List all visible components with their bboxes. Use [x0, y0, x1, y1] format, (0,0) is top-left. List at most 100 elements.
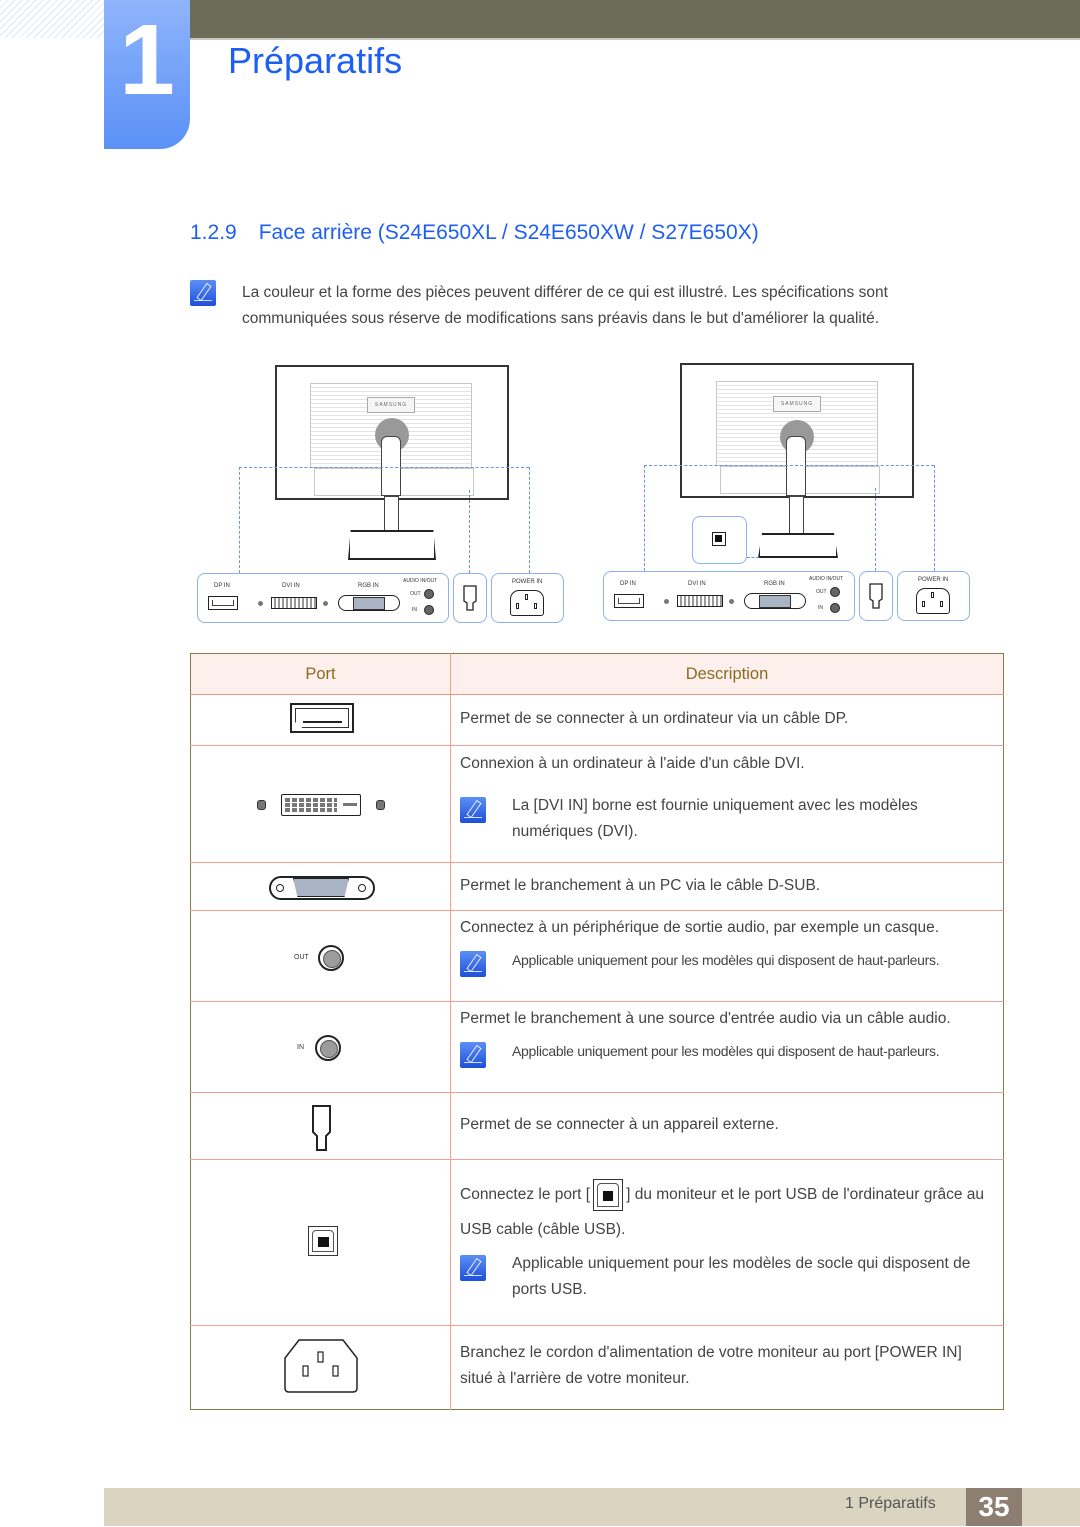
audio-in-out-label: AUDIO IN/OUT — [403, 578, 438, 584]
service-port-icon — [869, 583, 883, 609]
table-row: Permet de se connecter à un ordinateur v… — [190, 694, 1004, 746]
description-cell: Connectez à un périphérique de sortie au… — [450, 910, 1004, 1002]
callout-line — [469, 490, 470, 573]
rgb-in-label: RGB IN — [764, 581, 785, 587]
dvi-port-icon — [271, 597, 317, 609]
audio-in-label: IN — [412, 607, 417, 613]
audio-out-label: OUT — [410, 591, 421, 597]
monitor-stand-pole — [789, 496, 804, 536]
usb-b-port-icon — [593, 1178, 624, 1211]
service-port-panel — [859, 571, 893, 621]
description-text: Permet le branchement à un PC via le câb… — [460, 877, 821, 894]
description-text: Connexion à un ordinateur à l'aide d'un … — [460, 755, 805, 772]
service-port-panel — [453, 573, 487, 623]
description-cell: Connexion à un ordinateur à l'aide d'un … — [450, 745, 1004, 863]
port-cell — [190, 862, 451, 911]
port-cell — [190, 745, 451, 863]
audio-in-label: IN — [297, 1044, 304, 1051]
callout-line — [644, 465, 645, 571]
audio-in-jack-icon — [424, 605, 434, 615]
io-port-panel: DP IN DVI IN RGB IN AUDIO IN/OUT OUT IN — [603, 571, 855, 621]
header-bar — [190, 0, 1080, 38]
table-row: Permet de se connecter à un appareil ext… — [190, 1092, 1004, 1160]
note-pencil-icon — [460, 1042, 486, 1068]
usb-b-port-icon — [712, 532, 726, 546]
note-pencil-icon — [460, 797, 486, 823]
audio-in-out-label: AUDIO IN/OUT — [809, 576, 844, 582]
callout-line — [239, 467, 240, 573]
port-cell — [190, 1092, 451, 1160]
table-row: Connexion à un ordinateur à l'aide d'un … — [190, 745, 1004, 863]
displayport-icon — [290, 703, 354, 733]
column-header-port: Port — [190, 653, 451, 695]
table-row: Permet le branchement à un PC via le câb… — [190, 862, 1004, 911]
callout-line — [529, 467, 530, 573]
samsung-logo: SAMSUNG — [367, 397, 415, 413]
displayport-icon — [208, 596, 238, 610]
description-text: Permet de se connecter à un ordinateur v… — [460, 710, 849, 727]
callout-line — [934, 465, 935, 571]
callout-line — [875, 488, 876, 571]
row-note-text: Applicable uniquement pour les modèles q… — [512, 952, 940, 968]
header-hatch-decoration — [0, 0, 104, 38]
power-in-port-icon — [916, 588, 950, 614]
description-text: Connectez le port [] du moniteur et le p… — [460, 1177, 993, 1247]
monitor-stand-base — [348, 530, 436, 560]
dvi-in-label: DVI IN — [282, 583, 300, 589]
audio-in-label: IN — [818, 605, 823, 611]
dp-in-label: DP IN — [620, 581, 636, 587]
note-pencil-icon — [460, 951, 486, 977]
screw-icon — [729, 599, 734, 604]
audio-in-jack-icon — [315, 1035, 341, 1061]
section-heading: 1.2.9 Face arrière (S24E650XL / S24E650XW… — [190, 221, 759, 245]
port-cell — [190, 1159, 451, 1326]
port-cell: OUT — [190, 910, 451, 1002]
table-header-row: Port Description — [190, 653, 1004, 695]
power-port-panel: POWER IN — [491, 573, 564, 623]
screw-icon — [664, 599, 669, 604]
row-note: Applicable uniquement pour les modèles q… — [460, 1038, 993, 1068]
row-note-text: Applicable uniquement pour les modèles d… — [512, 1255, 971, 1298]
service-port-icon — [312, 1105, 331, 1151]
port-cell — [190, 694, 451, 746]
vga-dsub-port-icon — [338, 595, 400, 611]
vga-dsub-port-icon — [744, 593, 806, 609]
samsung-logo: SAMSUNG — [773, 396, 821, 412]
audio-out-label: OUT — [816, 589, 827, 595]
power-in-label: POWER IN — [918, 577, 949, 583]
section-title: Face arrière (S24E650XL / S24E650XW / S2… — [258, 221, 759, 244]
monitor-stand-neck — [786, 436, 806, 496]
audio-out-jack-icon — [424, 589, 434, 599]
dp-in-label: DP IN — [214, 583, 230, 589]
intro-note-text: La couleur et la forme des pièces peuven… — [242, 284, 888, 327]
rgb-in-label: RGB IN — [358, 583, 379, 589]
note-pencil-icon — [460, 1255, 486, 1281]
row-note: La [DVI IN] borne est fournie uniquement… — [460, 793, 993, 845]
dvi-port-icon — [677, 595, 723, 607]
callout-line — [747, 557, 759, 558]
screw-icon — [257, 800, 266, 810]
description-cell: Permet de se connecter à un appareil ext… — [450, 1092, 1004, 1160]
table-row: Connectez le port [] du moniteur et le p… — [190, 1159, 1004, 1326]
monitor-stand-neck — [381, 436, 401, 496]
io-port-panel: DP IN DVI IN RGB IN AUDIO IN/OUT OUT IN — [197, 573, 449, 623]
row-note: Applicable uniquement pour les modèles d… — [460, 1251, 993, 1303]
description-text-part: Connectez le port [ — [460, 1186, 591, 1203]
dvi-in-label: DVI IN — [688, 581, 706, 587]
displayport-icon — [614, 594, 644, 608]
table-row: IN Permet le branchement à une source d'… — [190, 1001, 1004, 1093]
description-cell: Connectez le port [] du moniteur et le p… — [450, 1159, 1004, 1326]
power-port-panel: POWER IN — [897, 571, 970, 621]
dvi-port-icon — [281, 794, 361, 816]
port-cell: IN — [190, 1001, 451, 1093]
column-header-description: Description — [450, 653, 1004, 695]
row-note-text: Applicable uniquement pour les modèles q… — [512, 1043, 940, 1059]
port-description-table: Port Description Permet de se connecter … — [190, 653, 1004, 1410]
callout-line — [239, 467, 529, 468]
row-note-text: La [DVI IN] borne est fournie uniquement… — [512, 797, 918, 840]
service-port-icon — [463, 585, 477, 611]
description-text: Permet le branchement à une source d'ent… — [460, 1010, 951, 1027]
table-row: Branchez le cordon d'alimentation de vot… — [190, 1325, 1004, 1410]
footer-chapter-label: 1 Préparatifs — [845, 1495, 936, 1512]
screw-icon — [258, 601, 263, 606]
